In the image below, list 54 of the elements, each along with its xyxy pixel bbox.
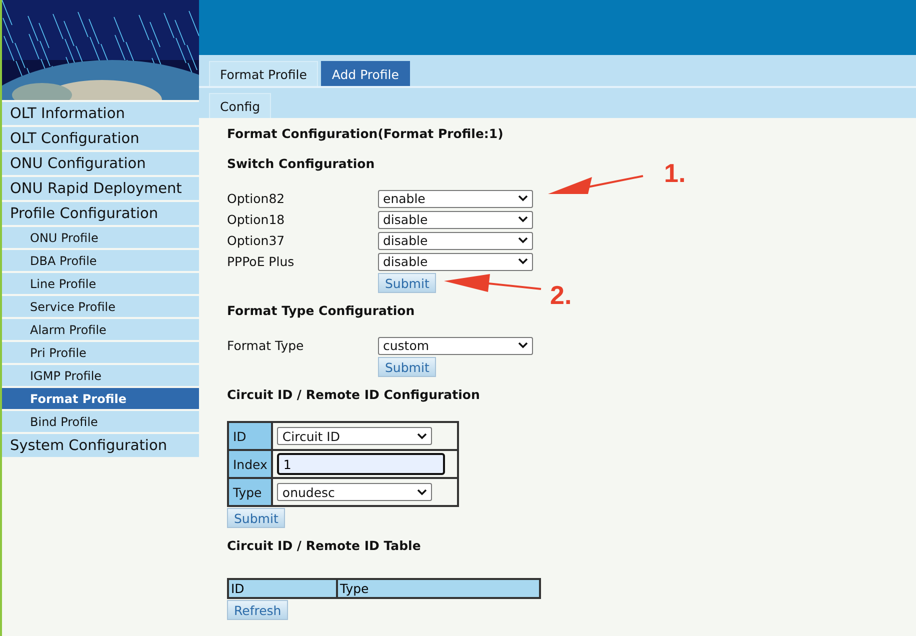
- select-field[interactable]: onudesc: [277, 483, 432, 501]
- select-field[interactable]: disable: [378, 252, 533, 270]
- tab[interactable]: Format Profile: [209, 61, 318, 86]
- tab[interactable]: Add Profile: [320, 61, 410, 86]
- sidebar-item[interactable]: OLT Configuration: [2, 127, 199, 150]
- chevron-down-icon: [518, 258, 528, 265]
- chevron-down-icon: [417, 488, 428, 496]
- chevron-down-icon: [417, 432, 428, 440]
- sidebar-item[interactable]: ONU Rapid Deployment: [2, 177, 199, 200]
- annotation-label: 1.: [664, 158, 686, 189]
- field-label: Format Type: [227, 338, 305, 353]
- section-title: Switch Configuration: [227, 156, 375, 173]
- sidebar-item[interactable]: Format Profile: [2, 388, 199, 409]
- chevron-down-icon: [518, 237, 528, 244]
- sidebar-item[interactable]: ONU Profile: [2, 227, 199, 248]
- submit-button[interactable]: Submit: [378, 357, 436, 377]
- sidebar-item[interactable]: DBA Profile: [2, 250, 199, 271]
- chevron-down-icon: [518, 342, 528, 349]
- refresh-button[interactable]: Refresh: [227, 600, 288, 620]
- page-title: Format Configuration(Format Profile:1): [227, 126, 504, 143]
- column-header: Type: [337, 579, 540, 598]
- sidebar-item[interactable]: ONU Configuration: [2, 152, 199, 175]
- section-title: Circuit ID / Remote ID Configuration: [227, 387, 480, 404]
- select-field[interactable]: enable: [378, 190, 533, 208]
- table-header-cell: Type: [228, 478, 272, 506]
- sidebar-item[interactable]: Bind Profile: [2, 411, 199, 432]
- field-label: Option37: [227, 233, 286, 248]
- field-label: PPPoE Plus: [227, 254, 296, 269]
- chevron-down-icon: [518, 216, 528, 223]
- sidebar-item[interactable]: Pri Profile: [2, 342, 199, 363]
- field-label: Option82: [227, 191, 286, 206]
- chevron-down-icon: [518, 195, 528, 202]
- submit-button[interactable]: Submit: [378, 273, 436, 293]
- sidebar-item[interactable]: IGMP Profile: [2, 365, 199, 386]
- field-label: Option18: [227, 212, 286, 227]
- sidebar-item[interactable]: OLT Information: [2, 102, 199, 125]
- input-field[interactable]: 1: [277, 453, 446, 475]
- select-field[interactable]: disable: [378, 232, 533, 250]
- table-header-cell: ID: [228, 422, 272, 450]
- sidebar-item[interactable]: Alarm Profile: [2, 319, 199, 340]
- column-header: ID: [228, 579, 337, 598]
- section-title: Format Type Configuration: [227, 303, 415, 320]
- annotation-label: 2.: [550, 280, 572, 311]
- select-field[interactable]: custom: [378, 336, 533, 354]
- tab[interactable]: Config: [209, 93, 272, 118]
- table-header-cell: Index: [228, 450, 272, 478]
- select-field[interactable]: Circuit ID: [277, 427, 432, 445]
- submit-button[interactable]: Submit: [227, 508, 286, 528]
- section-title: Circuit ID / Remote ID Table: [227, 538, 421, 555]
- select-field[interactable]: disable: [378, 210, 533, 228]
- sidebar-item[interactable]: Line Profile: [2, 273, 199, 294]
- sidebar-item[interactable]: System Configuration: [2, 434, 199, 457]
- sidebar-item[interactable]: Profile Configuration: [2, 202, 199, 225]
- sidebar-item[interactable]: Service Profile: [2, 296, 199, 317]
